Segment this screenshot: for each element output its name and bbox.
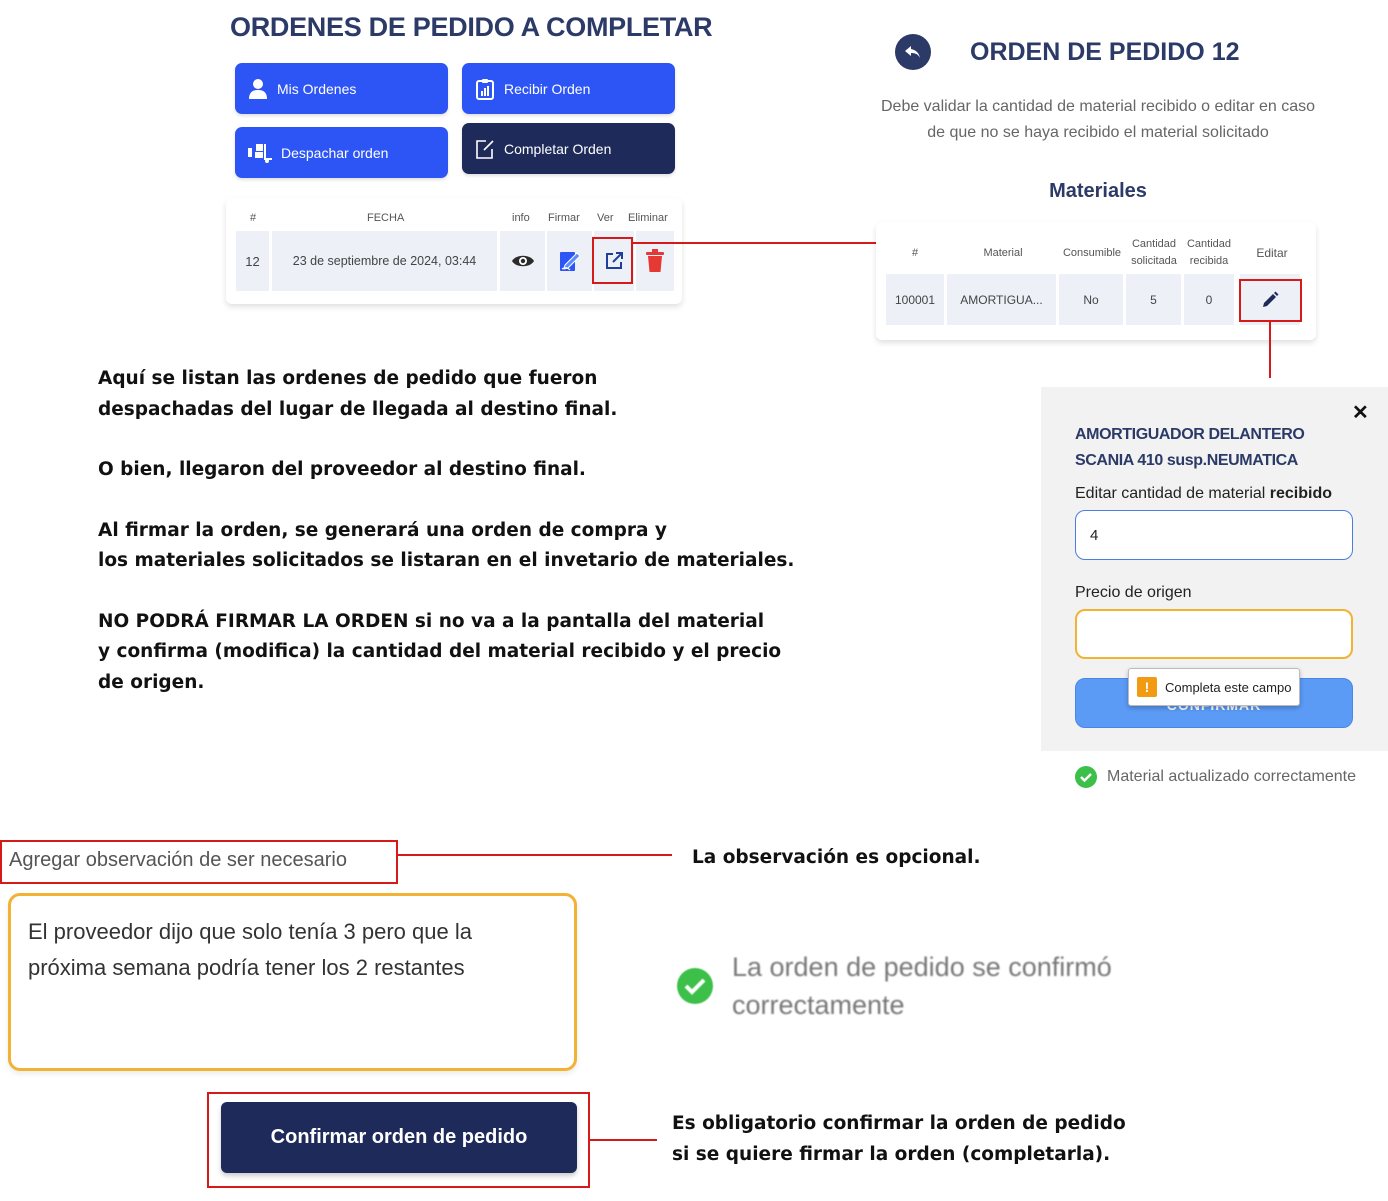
qty-input[interactable]: 4	[1075, 510, 1353, 560]
confirm-highlight-box	[207, 1092, 590, 1188]
annotation-connector	[633, 242, 876, 244]
back-arrow-icon	[905, 46, 920, 58]
sign-document-icon[interactable]	[558, 249, 582, 273]
firmar-cell	[547, 231, 592, 291]
despachar-orden-label: Despachar orden	[281, 144, 389, 161]
mat-header-id: #	[911, 247, 919, 259]
header-fecha: FECHA	[367, 212, 405, 224]
material-success-toast: Material actualizado correctamente	[1075, 766, 1356, 788]
order-confirmed-line: correctamente	[732, 990, 905, 1020]
check-circle-icon	[677, 968, 713, 1004]
mis-ordenes-button[interactable]: Mis Ordenes	[235, 63, 448, 114]
mat-name-cell: AMORTIGUA...	[947, 274, 1056, 325]
explain-line: de origen.	[98, 671, 205, 693]
confirm-note: Es obligatorio confirmar la orden de ped…	[672, 1108, 1126, 1170]
order-id-cell: 12	[236, 231, 269, 291]
modal-material-title: AMORTIGUADOR DELANTERO SCANIA 410 susp.N…	[1075, 426, 1305, 469]
recibir-orden-button[interactable]: Recibir Orden	[462, 63, 675, 114]
materiales-heading: Materiales	[1049, 180, 1147, 202]
qty-label: Editar cantidad de material recibido	[1075, 485, 1332, 503]
observation-line: El proveedor dijo que solo tenía 3 pero …	[28, 919, 472, 944]
back-button[interactable]	[895, 34, 931, 70]
order-detail-description: Debe validar la cantidad de material rec…	[880, 98, 1316, 141]
observation-textarea[interactable]: El proveedor dijo que solo tenía 3 pero …	[8, 893, 577, 1071]
order-detail-title: ORDEN DE PEDIDO 12	[970, 38, 1240, 66]
order-date-cell: 23 de septiembre de 2024, 03:44	[272, 231, 497, 291]
order-confirmed-line: La orden de pedido se confirmó	[732, 952, 1112, 982]
explain-line: Aquí se listan las ordenes de pedido que…	[98, 368, 598, 389]
user-icon	[249, 78, 267, 99]
completar-orden-label: Completar Orden	[504, 140, 612, 157]
mat-id-cell: 100001	[886, 274, 944, 325]
mat-header-material: Material	[983, 247, 1023, 259]
qty-label-bold: recibido	[1269, 485, 1333, 502]
recibir-orden-label: Recibir Orden	[504, 80, 591, 97]
mis-ordenes-label: Mis Ordenes	[277, 80, 357, 97]
price-input[interactable]	[1075, 609, 1353, 659]
mat-header-editar: Editar	[1256, 246, 1288, 260]
confirm-note-line: si se quiere firmar la orden (completarl…	[672, 1144, 1111, 1165]
price-label: Precio de origen	[1075, 584, 1192, 601]
observation-highlight-box	[0, 840, 398, 884]
confirm-note-line: Es obligatorio confirmar la orden de ped…	[672, 1113, 1126, 1134]
clipboard-chart-icon	[476, 78, 494, 100]
material-success-text: Material actualizado correctamente	[1107, 768, 1357, 785]
explain-line: Al firmar la orden, se generará una orde…	[98, 519, 667, 541]
mat-solicitada-cell: 5	[1126, 274, 1181, 325]
validation-tooltip: ! Completa este campo	[1128, 668, 1300, 706]
header-ver: Ver	[597, 212, 614, 224]
explain-line: NO PODRÁ FIRMAR LA ORDEN si no va a la p…	[98, 610, 765, 632]
check-circle-icon	[1075, 766, 1097, 788]
explain-line: O bien, llegaron del proveedor al destin…	[98, 459, 586, 480]
observation-note: La observación es opcional.	[692, 847, 981, 868]
mat-header-solicitada: Cantidad solicitada	[1131, 238, 1177, 267]
eliminar-cell	[636, 231, 674, 291]
mat-recibida-cell: 0	[1184, 274, 1234, 325]
mat-header-recibida: Cantidad recibida	[1186, 238, 1232, 267]
explain-line: despachadas del lugar de llegada al dest…	[98, 398, 618, 420]
eye-icon[interactable]	[511, 253, 535, 269]
qty-label-text: Editar cantidad de material	[1075, 485, 1270, 502]
annotation-connector	[590, 1139, 657, 1141]
mat-header-consumible: Consumible	[1062, 247, 1122, 259]
header-firmar: Firmar	[548, 212, 580, 224]
trash-icon[interactable]	[645, 249, 665, 273]
completar-orden-button[interactable]: Completar Orden	[462, 123, 675, 174]
edit-square-icon	[476, 139, 494, 159]
editar-highlight-box	[1239, 279, 1302, 322]
order-confirmed-toast: La orden de pedido se confirmó correctam…	[676, 948, 1112, 1024]
tooltip-text: Completa este campo	[1165, 679, 1292, 695]
annotation-connector	[1269, 322, 1271, 378]
header-info: info	[512, 212, 530, 224]
dolly-icon	[248, 143, 272, 163]
header-id: #	[250, 212, 257, 224]
explain-line: los materiales solicitados se listaran e…	[98, 550, 795, 571]
orders-page-title: ORDENES DE PEDIDO A COMPLETAR	[230, 12, 713, 42]
header-eliminar: Eliminar	[628, 212, 668, 224]
observation-line: próxima semana podría tener los 2 restan…	[28, 955, 465, 980]
annotation-connector	[398, 854, 672, 856]
ver-highlight-box	[592, 237, 633, 284]
explanation-text: Aquí se listan las ordenes de pedido que…	[98, 364, 838, 698]
info-cell	[500, 231, 545, 291]
mat-consumible-cell: No	[1059, 274, 1123, 325]
despachar-orden-button[interactable]: Despachar orden	[235, 127, 448, 178]
explain-line: y confirma (modifica) la cantidad del ma…	[98, 641, 782, 662]
warning-icon: !	[1137, 677, 1157, 697]
